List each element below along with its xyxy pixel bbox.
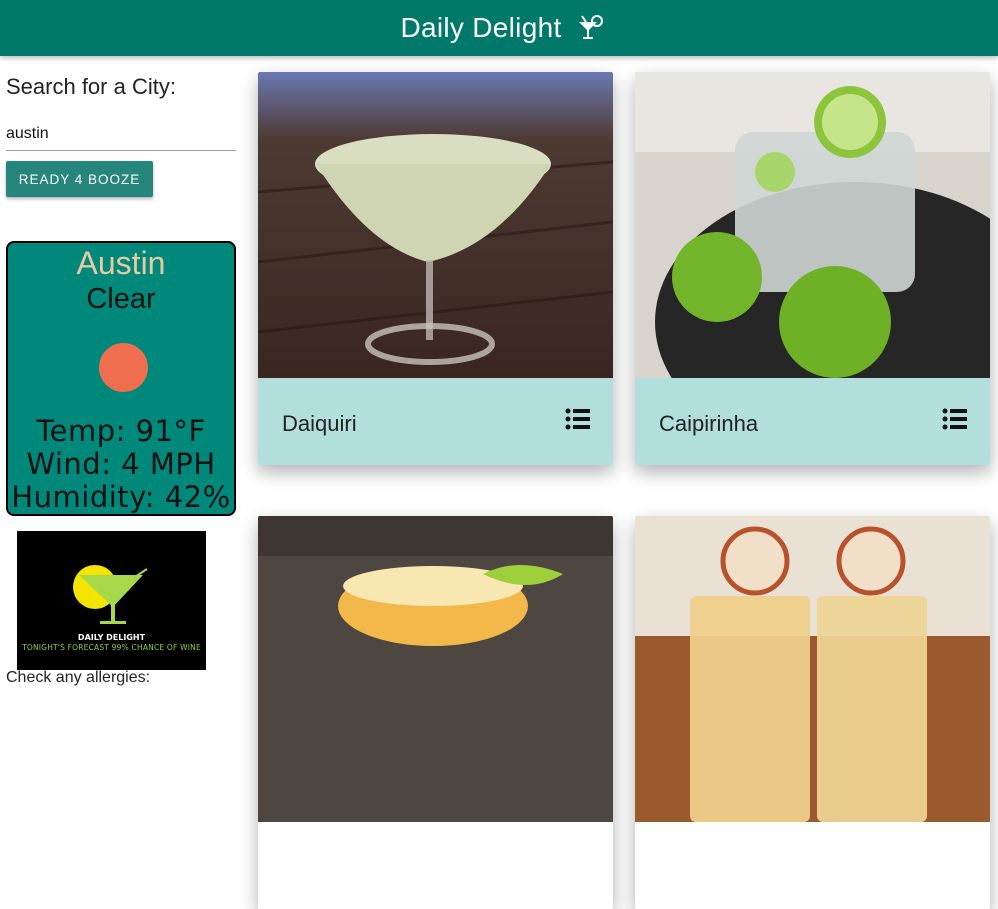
logo-art xyxy=(73,565,148,624)
weather-wind: Wind: 4 MPH xyxy=(26,447,216,481)
drink-card[interactable]: Caipirinha xyxy=(635,72,990,465)
logo-title: DAILY DELIGHT xyxy=(77,633,146,642)
weather-city: Austin xyxy=(76,245,166,281)
sidebar: Search for a City: Ready 4 Booze Austin … xyxy=(0,56,245,690)
drink-card[interactable] xyxy=(635,516,990,909)
drink-photo xyxy=(635,516,990,822)
app-header: Daily Delight xyxy=(0,0,998,56)
weather-condition: Clear xyxy=(86,283,156,315)
city-search-input[interactable] xyxy=(6,118,236,151)
drink-card[interactable] xyxy=(258,516,613,909)
daiquiri-photo xyxy=(258,72,613,378)
ready-4-booze-button[interactable]: Ready 4 Booze xyxy=(6,161,153,197)
list-icon[interactable] xyxy=(565,406,591,432)
list-icon[interactable] xyxy=(942,406,968,432)
app-title: Daily Delight xyxy=(400,12,562,43)
weather-humidity: Humidity: 42% xyxy=(11,480,231,514)
weather-temp: Temp: 91°F xyxy=(36,414,206,448)
cocktail-icon xyxy=(576,14,604,42)
card-action: Daiquiri xyxy=(258,378,613,465)
drink-photo xyxy=(258,516,613,822)
weather-card: Austin Clear Temp: 91°F Wind: 4 MPH Humi… xyxy=(6,241,236,516)
logo-tagline: TONIGHT'S FORECAST 99% CHANCE OF WINE xyxy=(22,643,201,652)
daily-delight-logo: DAILY DELIGHT TONIGHT'S FORECAST 99% CHA… xyxy=(17,531,206,670)
sun-icon xyxy=(99,343,148,392)
drink-name[interactable]: Daiquiri xyxy=(282,411,357,437)
search-label: Search for a City: xyxy=(6,74,176,99)
brand[interactable]: Daily Delight xyxy=(400,12,603,44)
card-action: Caipirinha xyxy=(635,378,990,465)
drink-name[interactable]: Caipirinha xyxy=(659,411,758,437)
caipirinha-photo xyxy=(635,72,990,378)
allergies-label: Check any allergies: xyxy=(6,669,151,686)
drink-card[interactable]: Daiquiri xyxy=(258,72,613,465)
